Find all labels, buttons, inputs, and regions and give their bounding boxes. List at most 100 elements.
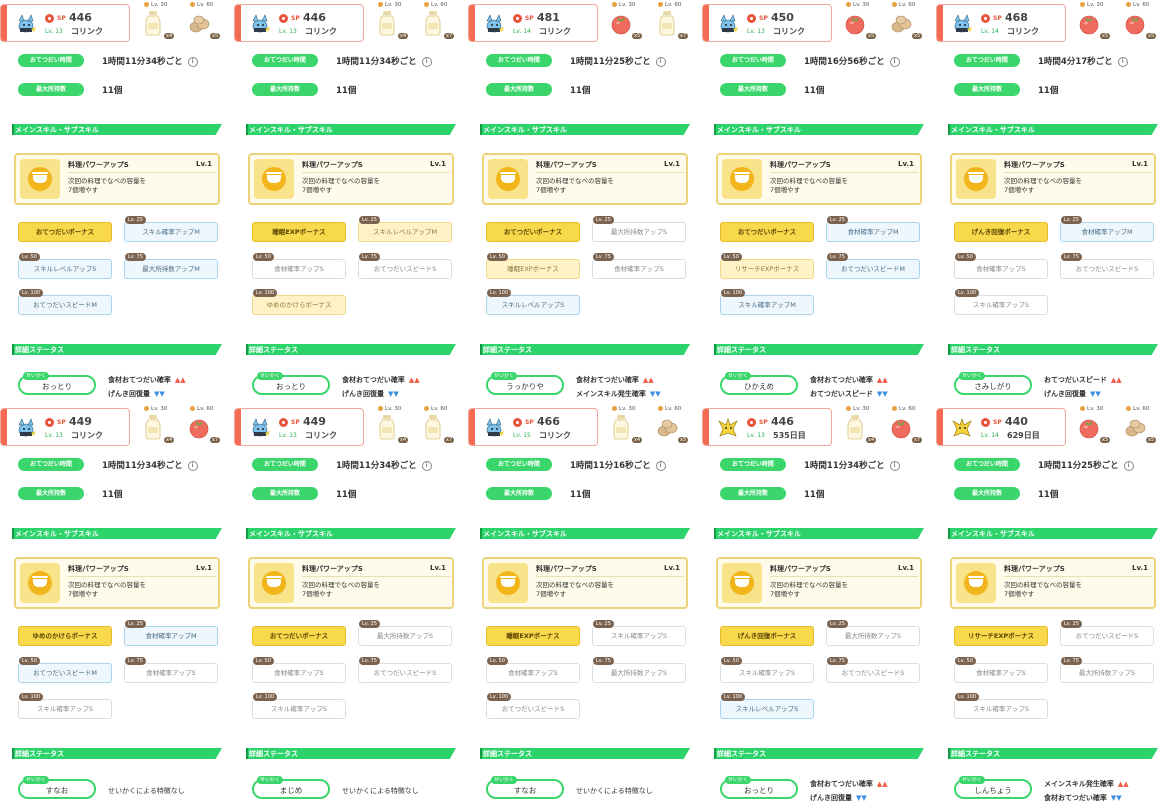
info-icon[interactable]: i [1123, 460, 1134, 471]
pokemon-header-card[interactable]: SP 450 Lv. 13 コリンク [702, 4, 832, 42]
ingredient-unlock-level: Lv. 30 [378, 2, 401, 8]
nature-pill[interactable]: せいかく ひかえめ [720, 372, 798, 395]
sp-icon [981, 418, 990, 427]
nature-pill[interactable]: せいかく すなお [18, 776, 96, 799]
ingredient-count: x4 [398, 437, 409, 443]
sub-skill-button[interactable]: Lv. 100 スキルレベルアップS [720, 693, 814, 719]
main-skill-card[interactable]: 料理パワーアップS Lv.1 次回の料理でなべの容量を 7個増やす [950, 153, 1156, 205]
nature-pill[interactable]: せいかく まじめ [252, 776, 330, 799]
sub-skill-label: おてつだいスピードS [1075, 632, 1139, 640]
sub-skill-button[interactable]: Lv. 25 食材確率アップM [826, 216, 920, 242]
nature-pill[interactable]: せいかく すなお [486, 776, 564, 799]
pokemon-header-card[interactable]: SP 466 Lv. 15 コリンク [468, 408, 598, 446]
sub-skill-button[interactable]: Lv. 75 食材確率アップS [124, 657, 218, 683]
sub-skill-button[interactable]: ゆめのかけらボーナス [18, 626, 112, 646]
sub-skill-button[interactable]: Lv. 25 おてつだいスピードS [1060, 620, 1154, 646]
sub-skill-button[interactable]: Lv. 100 スキルレベルアップS [486, 289, 580, 315]
pokemon-header-card[interactable]: SP 449 Lv. 13 コリンク [234, 408, 364, 446]
sub-skill-button[interactable]: Lv. 25 最大所持数アップS [358, 620, 452, 646]
pokemon-header-card[interactable]: SP 468 Lv. 14 コリンク [936, 4, 1066, 42]
main-skill-card[interactable]: 料理パワーアップS Lv.1 次回の料理でなべの容量を 7個増やす [482, 557, 688, 609]
sub-skill-button[interactable]: Lv. 50 食材確率アップS [486, 657, 580, 683]
sub-skill-button[interactable]: げんき回復ボーナス [954, 222, 1048, 242]
ingredient-level-text: Lv. 30 [1087, 406, 1104, 412]
sub-skill-button[interactable]: Lv. 75 おてつだいスピードS [826, 657, 920, 683]
sub-skill-button[interactable]: 睡眠EXPボーナス [486, 626, 580, 646]
info-icon[interactable]: i [889, 460, 900, 471]
sub-skill-button[interactable]: Lv. 50 スキル確率アップS [720, 657, 814, 683]
pokemon-header-card[interactable]: SP 440 Lv. 14 629日目 [936, 408, 1066, 446]
main-skill-card[interactable]: 料理パワーアップS Lv.1 次回の料理でなべの容量を 7個増やす [716, 557, 922, 609]
sub-skill-button[interactable]: Lv. 75 おてつだいスピードM [826, 253, 920, 279]
sub-skill-button[interactable]: Lv. 100 スキル確率アップS [954, 289, 1048, 315]
sub-skill-button[interactable]: Lv. 75 最大所持数アップS [592, 657, 686, 683]
nature-pill[interactable]: せいかく さみしがり [954, 372, 1032, 395]
sub-skill-button[interactable]: おてつだいボーナス [252, 626, 346, 646]
ingredient-unlock-level: Lv. 30 [1080, 2, 1103, 8]
sub-skill-button[interactable]: Lv. 50 食材確率アップS [954, 657, 1048, 683]
sub-skill-button[interactable]: Lv. 50 食材確率アップS [954, 253, 1048, 279]
sub-skill-button[interactable]: Lv. 100 スキル確率アップM [720, 289, 814, 315]
sub-skill-button[interactable]: Lv. 75 最大所持数アップS [1060, 657, 1154, 683]
sub-skill-button[interactable]: おてつだいボーナス [486, 222, 580, 242]
info-icon[interactable]: i [421, 460, 432, 471]
sub-skill-button[interactable]: Lv. 100 スキル確率アップS [954, 693, 1048, 719]
sub-skill-button[interactable]: おてつだいボーナス [18, 222, 112, 242]
sub-skill-button[interactable]: Lv. 25 最大所持数アップS [592, 216, 686, 242]
nature-pill[interactable]: せいかく おっとり [720, 776, 798, 799]
main-skill-card[interactable]: 料理パワーアップS Lv.1 次回の料理でなべの容量を 7個増やす [950, 557, 1156, 609]
max-carry-label: 最大所持数 [252, 487, 318, 500]
pokemon-header-card[interactable]: SP 449 Lv. 13 コリンク [0, 408, 130, 446]
sub-skill-button[interactable]: Lv. 25 食材確率アップM [1060, 216, 1154, 242]
sub-skill-button[interactable]: Lv. 25 食材確率アップM [124, 620, 218, 646]
sub-skill-button[interactable]: Lv. 75 おてつだいスピードS [358, 657, 452, 683]
main-skill-card[interactable]: 料理パワーアップS Lv.1 次回の料理でなべの容量を 7個増やす [14, 557, 220, 609]
pokemon-header-card[interactable]: SP 481 Lv. 14 コリンク [468, 4, 598, 42]
sub-skill-button[interactable]: Lv. 50 睡眠EXPボーナス [486, 253, 580, 279]
info-icon[interactable]: i [655, 460, 666, 471]
sub-skill-button[interactable]: Lv. 75 最大所持数アップM [124, 253, 218, 279]
sub-skill-button[interactable]: げんき回復ボーナス [720, 626, 814, 646]
sub-skill-button[interactable]: Lv. 100 スキル確率アップS [18, 693, 112, 719]
main-skill-card[interactable]: 料理パワーアップS Lv.1 次回の料理でなべの容量を 7個増やす [14, 153, 220, 205]
pokemon-header-card[interactable]: SP 446 Lv. 13 コリンク [234, 4, 364, 42]
pokemon-header-card[interactable]: SP 446 Lv. 13 535日目 [702, 408, 832, 446]
nature-pill[interactable]: せいかく おっとり [252, 372, 330, 395]
sub-skill-button[interactable]: Lv. 75 おてつだいスピードS [1060, 253, 1154, 279]
sub-skill-button[interactable]: Lv. 50 おてつだいスピードM [18, 657, 112, 683]
main-skill-card[interactable]: 料理パワーアップS Lv.1 次回の料理でなべの容量を 7個増やす [716, 153, 922, 205]
info-icon[interactable]: i [889, 56, 900, 67]
sub-skill-button[interactable]: Lv. 50 食材確率アップS [252, 657, 346, 683]
ingredient-count: x7 [210, 437, 221, 443]
main-skill-card[interactable]: 料理パワーアップS Lv.1 次回の料理でなべの容量を 7個増やす [482, 153, 688, 205]
sub-skill-button[interactable]: リサーチEXPボーナス [954, 626, 1048, 646]
ingredient-slot: Lv. 60 x7 [184, 406, 226, 450]
sub-skill-button[interactable]: Lv. 100 おてつだいスピードM [18, 289, 112, 315]
sub-skill-button[interactable]: Lv. 100 ゆめのかけらボーナス [252, 289, 346, 315]
sub-skill-button[interactable]: Lv. 50 食材確率アップS [252, 253, 346, 279]
info-icon[interactable]: i [187, 460, 198, 471]
sub-skill-button[interactable]: Lv. 100 スキル確率アップS [252, 693, 346, 719]
info-icon[interactable]: i [1117, 56, 1128, 67]
sub-skill-button[interactable]: Lv. 75 食材確率アップS [592, 253, 686, 279]
main-skill-card[interactable]: 料理パワーアップS Lv.1 次回の料理でなべの容量を 7個増やす [248, 153, 454, 205]
info-icon[interactable]: i [655, 56, 666, 67]
sub-skill-button[interactable]: Lv. 75 おてつだいスピードS [358, 253, 452, 279]
sub-skill-button[interactable]: Lv. 25 スキルレベルアップM [358, 216, 452, 242]
sub-skill-button[interactable]: Lv. 25 スキル確率アップM [124, 216, 218, 242]
sub-skill-button[interactable]: Lv. 100 おてつだいスピードS [486, 693, 580, 719]
nature-pill[interactable]: せいかく しんちょう [954, 776, 1032, 799]
sub-skill-button[interactable]: Lv. 50 リサーチEXPボーナス [720, 253, 814, 279]
pokemon-level: Lv. 13 [45, 28, 63, 35]
nature-pill[interactable]: せいかく うっかりや [486, 372, 564, 395]
info-icon[interactable]: i [187, 56, 198, 67]
pokemon-header-card[interactable]: SP 446 Lv. 13 コリンク [0, 4, 130, 42]
info-icon[interactable]: i [421, 56, 432, 67]
sub-skill-button[interactable]: Lv. 50 スキルレベルアップS [18, 253, 112, 279]
nature-pill[interactable]: せいかく おっとり [18, 372, 96, 395]
main-skill-card[interactable]: 料理パワーアップS Lv.1 次回の料理でなべの容量を 7個増やす [248, 557, 454, 609]
sub-skill-button[interactable]: 睡眠EXPボーナス [252, 222, 346, 242]
sub-skill-button[interactable]: Lv. 25 最大所持数アップS [826, 620, 920, 646]
sub-skill-button[interactable]: おてつだいボーナス [720, 222, 814, 242]
sub-skill-button[interactable]: Lv. 25 スキル確率アップS [592, 620, 686, 646]
